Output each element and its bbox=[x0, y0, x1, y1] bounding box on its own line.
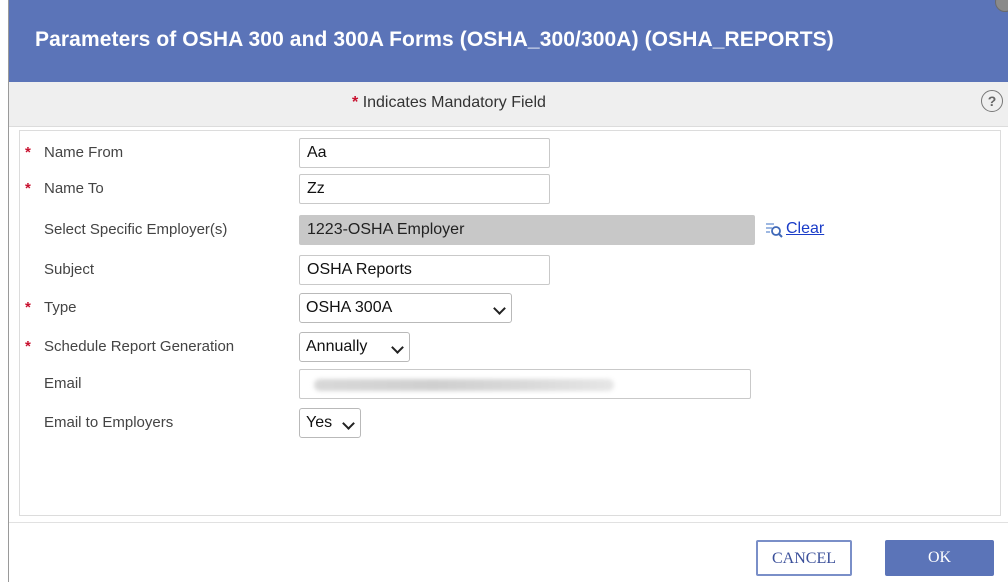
employer-label: Select Specific Employer(s) bbox=[44, 221, 228, 238]
email-to-employers-select[interactable]: Yes bbox=[299, 408, 361, 438]
subject-label: Subject bbox=[44, 261, 95, 278]
help-icon[interactable]: ? bbox=[981, 90, 1003, 112]
dialog-titlebar: Parameters of OSHA 300 and 300A Forms (O… bbox=[9, 0, 1008, 82]
name-to-input[interactable]: Zz bbox=[299, 174, 550, 204]
schedule-select[interactable]: Annually bbox=[299, 332, 410, 362]
type-select[interactable]: OSHA 300A bbox=[299, 293, 512, 323]
row-employer: Select Specific Employer(s) 1223-OSHA Em… bbox=[20, 213, 1000, 247]
magnifier-list-icon[interactable] bbox=[765, 221, 783, 239]
name-from-input[interactable]: Aa bbox=[299, 138, 550, 168]
email-label: Email bbox=[44, 375, 82, 392]
schedule-label: Schedule Report Generation bbox=[44, 338, 235, 355]
footer-divider bbox=[9, 522, 1008, 523]
email-to-employers-label: Email to Employers bbox=[44, 414, 174, 431]
row-name-to: * Name To Zz bbox=[20, 172, 1000, 206]
employer-input: 1223-OSHA Employer bbox=[299, 215, 755, 245]
chevron-down-icon bbox=[493, 302, 506, 315]
dialog-title: Parameters of OSHA 300 and 300A Forms (O… bbox=[35, 28, 834, 51]
required-star-icon: * bbox=[25, 180, 31, 197]
row-type: * Type OSHA 300A bbox=[20, 291, 1000, 325]
parameters-dialog: Parameters of OSHA 300 and 300A Forms (O… bbox=[8, 0, 1008, 582]
required-star-icon: * bbox=[25, 144, 31, 161]
redacted-email bbox=[314, 379, 614, 391]
type-select-value: OSHA 300A bbox=[306, 299, 393, 316]
subject-input[interactable]: OSHA Reports bbox=[299, 255, 550, 285]
chevron-down-icon bbox=[342, 417, 355, 430]
email-input[interactable] bbox=[299, 369, 751, 399]
required-star-icon: * bbox=[25, 299, 31, 316]
type-label: Type bbox=[44, 299, 77, 316]
row-subject: Subject OSHA Reports bbox=[20, 253, 1000, 287]
required-star-icon: * bbox=[352, 94, 359, 111]
form-panel: * Name From Aa * Name To Zz Select Speci… bbox=[19, 130, 1001, 516]
mandatory-note-text: Indicates Mandatory Field bbox=[362, 94, 546, 111]
cancel-button[interactable]: CANCEL bbox=[756, 540, 852, 576]
row-name-from: * Name From Aa bbox=[20, 136, 1000, 170]
name-from-label: Name From bbox=[44, 144, 124, 161]
chevron-down-icon bbox=[391, 341, 404, 354]
row-email-to-employers: Email to Employers Yes bbox=[20, 406, 1000, 440]
required-star-icon: * bbox=[25, 338, 31, 355]
email-to-employers-value: Yes bbox=[306, 414, 333, 431]
name-to-label: Name To bbox=[44, 180, 104, 197]
mandatory-note: * Indicates Mandatory Field bbox=[352, 94, 546, 112]
row-email: Email bbox=[20, 367, 1000, 401]
schedule-select-value: Annually bbox=[306, 338, 368, 355]
mandatory-info-bar: * Indicates Mandatory Field ? bbox=[9, 82, 1008, 127]
close-icon[interactable] bbox=[995, 0, 1008, 12]
ok-button[interactable]: OK bbox=[885, 540, 994, 576]
row-schedule: * Schedule Report Generation Annually bbox=[20, 330, 1000, 364]
clear-employer-link[interactable]: Clear bbox=[786, 220, 824, 238]
